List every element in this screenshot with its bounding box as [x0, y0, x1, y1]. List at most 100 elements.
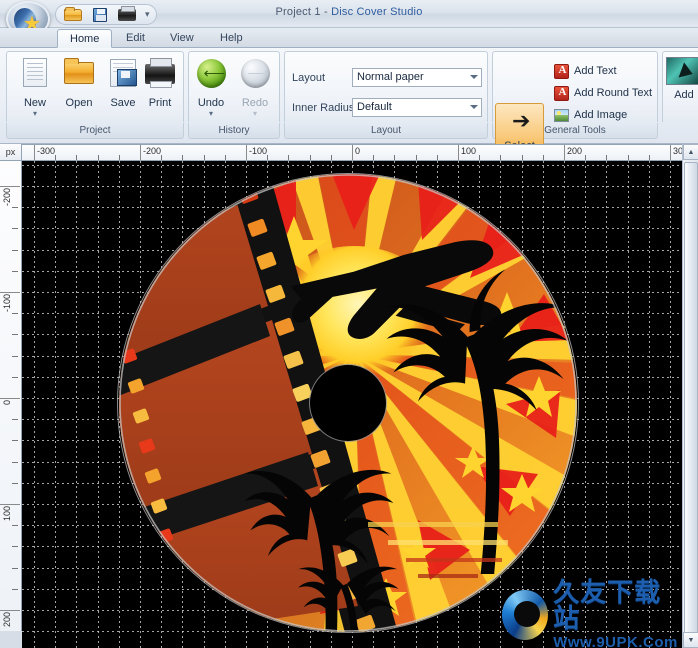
tab-view[interactable]: View: [158, 29, 206, 48]
ruler-label: 0: [2, 400, 12, 406]
ruler-tick: [12, 334, 18, 336]
open-button-label: Open: [65, 97, 93, 109]
chevron-down-icon[interactable]: ▾: [145, 9, 150, 20]
tab-edit[interactable]: Edit: [114, 29, 157, 48]
ribbon-group-layout: Layout Normal paper Inner Radius Default…: [284, 51, 488, 141]
window-title-app: Disc Cover Studio: [331, 6, 423, 18]
open-folder-icon: [63, 58, 95, 88]
design-canvas[interactable]: 久友下载站 Www.9UPK.Com: [22, 161, 682, 648]
grid-line: [649, 161, 650, 648]
grid-line: [585, 161, 586, 648]
ruler-tick: [12, 270, 18, 272]
ribbon-tabstrip: Home Edit View Help: [0, 28, 698, 48]
ribbon-group-history: ⟵ Undo ▾ ⟶ Redo ▾ History: [188, 51, 280, 141]
ruler-tick: [12, 249, 18, 251]
tab-help[interactable]: Help: [208, 29, 255, 48]
qat-print-button[interactable]: [116, 6, 138, 23]
ruler-tick: [670, 145, 671, 160]
grid-line: [670, 161, 671, 648]
new-button[interactable]: New ▾: [12, 55, 58, 119]
chevron-down-icon[interactable]: [470, 75, 478, 79]
inner-radius-label: Inner Radius: [292, 102, 355, 114]
add-text-icon: [554, 63, 570, 79]
undo-dropdown-caret[interactable]: ▾: [188, 109, 234, 118]
ruler-tick: [12, 461, 18, 463]
undo-arrow-icon: ⟵: [195, 58, 227, 88]
ruler-tick: [12, 376, 18, 378]
ruler-tick: [12, 419, 18, 421]
watermark: 久友下载站 Www.9UPK.Com: [502, 580, 678, 648]
scroll-down-button[interactable]: ▼: [683, 632, 698, 648]
ruler-label: -200: [2, 188, 12, 207]
ruler-tick: [12, 313, 18, 315]
group-label-layout: Layout: [284, 123, 488, 139]
grid-line: [606, 161, 607, 648]
ruler-tick: [564, 145, 565, 160]
redo-button: ⟶ Redo ▾: [232, 55, 278, 119]
ruler-label: 300: [673, 146, 682, 156]
grid-line: [34, 161, 35, 648]
add-overflow-label: Add: [674, 89, 694, 101]
grid-line: [22, 165, 682, 166]
add-overflow-button[interactable]: Add: [662, 55, 698, 125]
add-round-text-label: Add Round Text: [574, 87, 653, 99]
group-label-history: History: [188, 123, 280, 139]
redo-button-label: Redo: [241, 97, 269, 109]
vertical-scrollbar[interactable]: ▲ ▼: [682, 144, 698, 648]
undo-button[interactable]: ⟵ Undo ▾: [188, 55, 234, 119]
redo-arrow-icon: ⟶: [239, 58, 271, 88]
ruler-tick: [12, 525, 18, 527]
add-image-button[interactable]: Add Image: [554, 105, 627, 125]
ruler-tick: [12, 228, 18, 230]
ruler-label: 0: [355, 146, 361, 156]
ruler-label: 100: [2, 506, 12, 522]
ribbon-group-project: New ▾ Open Save Print Project: [6, 51, 184, 141]
vertical-ruler[interactable]: -200 -100 0 100 200: [0, 161, 22, 631]
new-document-icon: [19, 58, 51, 88]
qat-open-button[interactable]: [62, 6, 84, 23]
ribbon: New ▾ Open Save Print Project ⟵ Undo ▾ ⟶…: [0, 48, 698, 181]
image-thumbnail-icon: [666, 57, 698, 85]
ruler-tick: [458, 145, 459, 160]
ruler-tick: [0, 292, 20, 293]
add-round-text-icon: [554, 85, 570, 101]
scroll-up-button[interactable]: ▲: [683, 144, 698, 160]
layout-select[interactable]: Normal paper: [352, 68, 482, 87]
redo-dropdown-caret: ▾: [252, 109, 257, 118]
window-title-project: Project 1 -: [275, 6, 332, 18]
add-round-text-button[interactable]: Add Round Text: [554, 83, 652, 103]
watermark-url: Www.9UPK.Com: [553, 634, 678, 648]
ruler-tick: [12, 567, 18, 569]
chevron-down-icon[interactable]: [470, 105, 478, 109]
disc-artwork[interactable]: [118, 174, 578, 632]
horizontal-ruler[interactable]: -300 -200 -100 0 100 200 300: [22, 144, 682, 161]
save-floppy-icon: [107, 58, 139, 88]
watermark-logo-icon: [502, 590, 549, 640]
scrollbar-thumb[interactable]: [684, 162, 698, 640]
open-button[interactable]: Open: [56, 55, 102, 119]
ruler-unit-corner: px: [0, 144, 22, 161]
layout-label: Layout: [292, 72, 326, 84]
ruler-tick: [12, 355, 18, 357]
layout-select-value: Normal paper: [357, 71, 424, 83]
ruler-tick: [0, 186, 20, 187]
ruler-label: -100: [249, 146, 268, 156]
ruler-tick: [12, 546, 18, 548]
ruler-tick: [246, 145, 247, 160]
print-button[interactable]: Print: [137, 55, 183, 119]
ribbon-group-overflow: Add: [662, 51, 698, 141]
ruler-tick: [352, 145, 353, 160]
ruler-tick: [34, 145, 35, 160]
tab-home[interactable]: Home: [57, 29, 113, 48]
ruler-tick: [12, 207, 18, 209]
folder-icon: [64, 7, 82, 21]
add-text-button[interactable]: Add Text: [554, 61, 617, 81]
inner-radius-select[interactable]: Default: [352, 98, 482, 117]
qat-save-button[interactable]: [89, 6, 111, 23]
new-dropdown-caret[interactable]: ▾: [12, 109, 58, 118]
ruler-label: -200: [143, 146, 162, 156]
floppy-disk-icon: [93, 8, 107, 22]
undo-button-label: Undo: [197, 97, 225, 109]
add-image-icon: [554, 108, 569, 122]
application-window: Project 1 - Disc Cover Studio ▾ Home Edi…: [0, 0, 698, 648]
